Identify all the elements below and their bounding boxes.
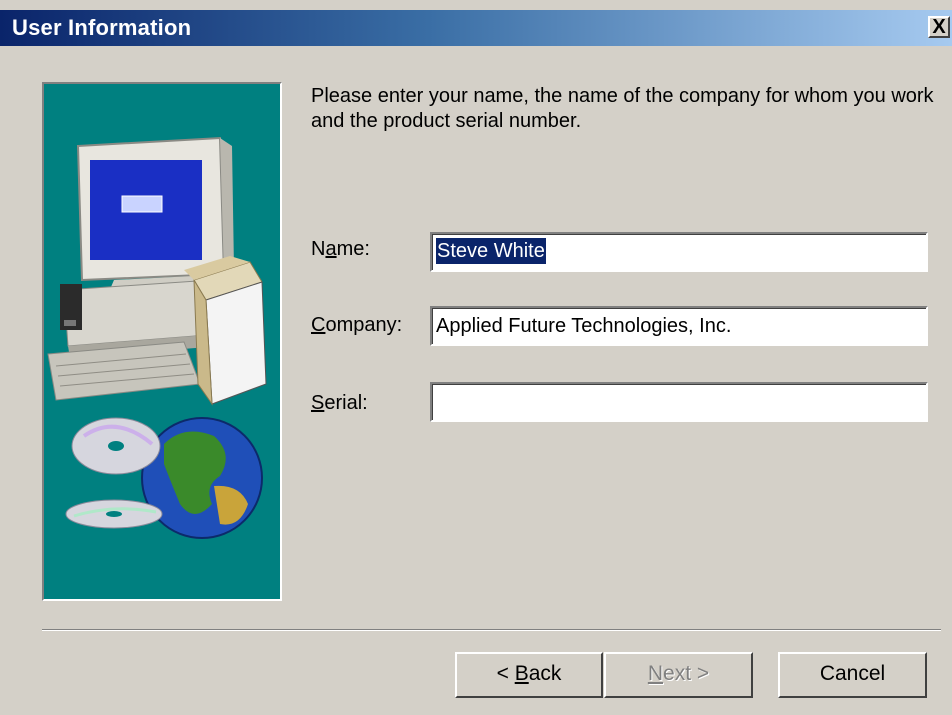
back-button-pre: <: [496, 662, 515, 685]
back-button-accel: B: [514, 662, 529, 685]
back-button-post: ack: [528, 662, 562, 685]
serial-label-post: erial:: [324, 392, 368, 414]
title-bar: User Information X: [0, 10, 952, 46]
intro-text: Please enter your name, the name of the …: [311, 85, 934, 132]
company-label-accel: C: [311, 314, 326, 336]
cancel-button[interactable]: Cancel: [778, 652, 927, 698]
company-label: Company:: [311, 314, 402, 337]
cancel-button-label: Cancel: [819, 662, 886, 685]
next-button[interactable]: Next >: [604, 652, 753, 698]
company-label-post: ompany:: [325, 314, 403, 336]
name-selection-highlight: Steve White: [436, 238, 546, 264]
setup-illustration: [42, 82, 282, 601]
serial-label-accel: S: [311, 392, 325, 414]
name-label-accel: a: [325, 238, 337, 260]
computer-cd-globe-illustration-icon: [47, 136, 267, 539]
company-field[interactable]: [430, 306, 928, 346]
close-button[interactable]: X: [928, 16, 950, 38]
user-information-dialog: User Information X Please enter your nam…: [0, 0, 952, 715]
name-label: Name:: [311, 238, 370, 261]
serial-label: Serial:: [311, 392, 368, 415]
name-label-pre: N: [311, 238, 326, 260]
next-button-accel: N: [647, 662, 664, 685]
back-button[interactable]: < Back: [455, 652, 603, 698]
next-button-post: ext >: [663, 662, 710, 685]
name-label-post: me:: [336, 238, 370, 260]
serial-field[interactable]: [430, 382, 928, 422]
close-icon: X: [932, 16, 946, 38]
window-title: User Information: [12, 15, 192, 40]
button-separator: [42, 629, 941, 631]
